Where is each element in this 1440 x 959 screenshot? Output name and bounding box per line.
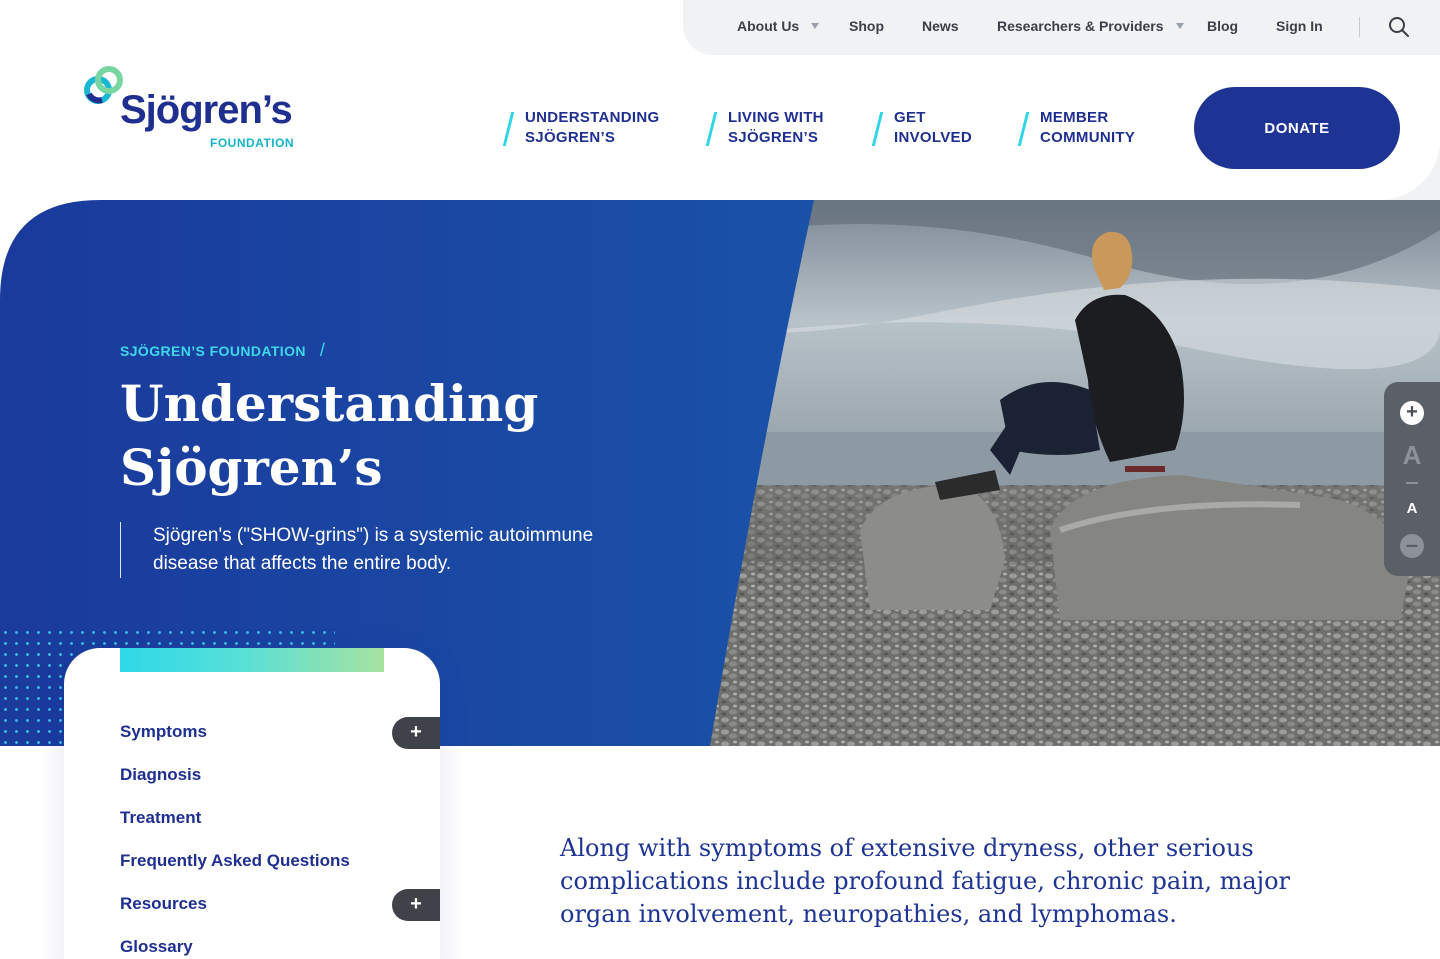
section-nav-treatment[interactable]: Treatment xyxy=(120,808,201,828)
util-nav-label: News xyxy=(922,18,959,34)
page-title: Understanding Sjögren’s xyxy=(120,372,680,500)
hero-description: Sjögren's ("SHOW-grins") is a systemic a… xyxy=(120,522,640,578)
section-nav-glossary[interactable]: Glossary xyxy=(120,937,193,957)
slash-accent xyxy=(1017,112,1030,146)
util-nav-label: Shop xyxy=(849,18,884,34)
main-nav-line2: COMMUNITY xyxy=(1040,129,1136,146)
font-size-small-label[interactable]: A xyxy=(1384,500,1440,517)
slash-accent xyxy=(705,112,718,146)
section-nav-symptoms[interactable]: Symptoms xyxy=(120,722,207,742)
minus-circle-icon[interactable]: – xyxy=(1400,534,1424,558)
section-nav-diagnosis[interactable]: Diagnosis xyxy=(120,765,201,785)
logo-wordmark: Sjögren’s xyxy=(120,88,293,132)
main-nav-line1: MEMBER xyxy=(1040,109,1109,126)
page-title-line1: Understanding xyxy=(120,374,539,433)
font-size-large-label[interactable]: A xyxy=(1384,440,1440,471)
breadcrumb-separator: / xyxy=(319,340,326,360)
caret-down-icon xyxy=(811,23,820,29)
util-nav-sign-in[interactable]: Sign In xyxy=(1276,18,1323,34)
intro-statement: Along with symptoms of extensive dryness… xyxy=(560,834,1291,928)
main-nav-living-with[interactable]: LIVING WITH SJÖGREN’S xyxy=(705,108,824,148)
font-size-divider xyxy=(1406,482,1418,484)
breadcrumb-link-foundation[interactable]: SJÖGREN’S FOUNDATION xyxy=(120,343,306,359)
font-size-control: + A A – xyxy=(1384,382,1440,576)
util-nav-about-us[interactable]: About Us xyxy=(737,18,820,34)
util-divider xyxy=(1359,17,1360,37)
main-nav-get-involved[interactable]: GET INVOLVED xyxy=(871,108,972,148)
main-nav-line2: SJÖGREN’S xyxy=(525,129,616,146)
card-gradient-bar xyxy=(120,648,384,672)
breadcrumb: SJÖGREN’S FOUNDATION / xyxy=(120,340,325,361)
slash-accent xyxy=(502,112,515,146)
logo-subtitle: FOUNDATION xyxy=(210,136,295,150)
util-nav-blog[interactable]: Blog xyxy=(1207,18,1238,34)
main-nav-member-community[interactable]: MEMBER COMMUNITY xyxy=(1017,108,1136,148)
main-nav-line1: UNDERSTANDING xyxy=(525,109,660,126)
util-nav-label: Sign In xyxy=(1276,18,1323,34)
utility-bar: About Us Shop News Researchers & Provide… xyxy=(683,0,1440,55)
plus-circle-icon[interactable]: + xyxy=(1400,401,1424,425)
util-nav-researchers-providers[interactable]: Researchers & Providers xyxy=(997,18,1184,34)
main-nav-line2: INVOLVED xyxy=(894,129,972,146)
main-nav-line2: SJÖGREN’S xyxy=(728,129,819,146)
main-nav-line1: LIVING WITH xyxy=(728,109,824,126)
expand-symptoms-button[interactable]: + xyxy=(392,717,440,749)
main-nav-understanding[interactable]: UNDERSTANDING SJÖGREN’S xyxy=(502,108,660,148)
caret-down-icon xyxy=(1175,23,1184,29)
site-logo[interactable]: Sjögren’s FOUNDATION xyxy=(84,64,314,154)
util-nav-label: Blog xyxy=(1207,18,1239,34)
search-icon[interactable] xyxy=(1388,16,1410,38)
util-nav-label: About Us xyxy=(737,18,800,34)
util-nav-label: Researchers & Providers xyxy=(997,18,1164,34)
slash-accent xyxy=(871,112,884,146)
util-nav-shop[interactable]: Shop xyxy=(849,18,884,34)
util-nav-news[interactable]: News xyxy=(922,18,959,34)
section-nav-faq[interactable]: Frequently Asked Questions xyxy=(120,851,350,871)
donate-button[interactable]: DONATE xyxy=(1194,87,1400,169)
section-nav-resources[interactable]: Resources xyxy=(120,894,207,914)
section-nav-card: Symptoms + Diagnosis Treatment Frequentl… xyxy=(64,648,440,959)
main-nav-line1: GET xyxy=(894,109,926,126)
expand-resources-button[interactable]: + xyxy=(392,889,440,921)
page-title-line2: Sjögren’s xyxy=(120,438,383,497)
